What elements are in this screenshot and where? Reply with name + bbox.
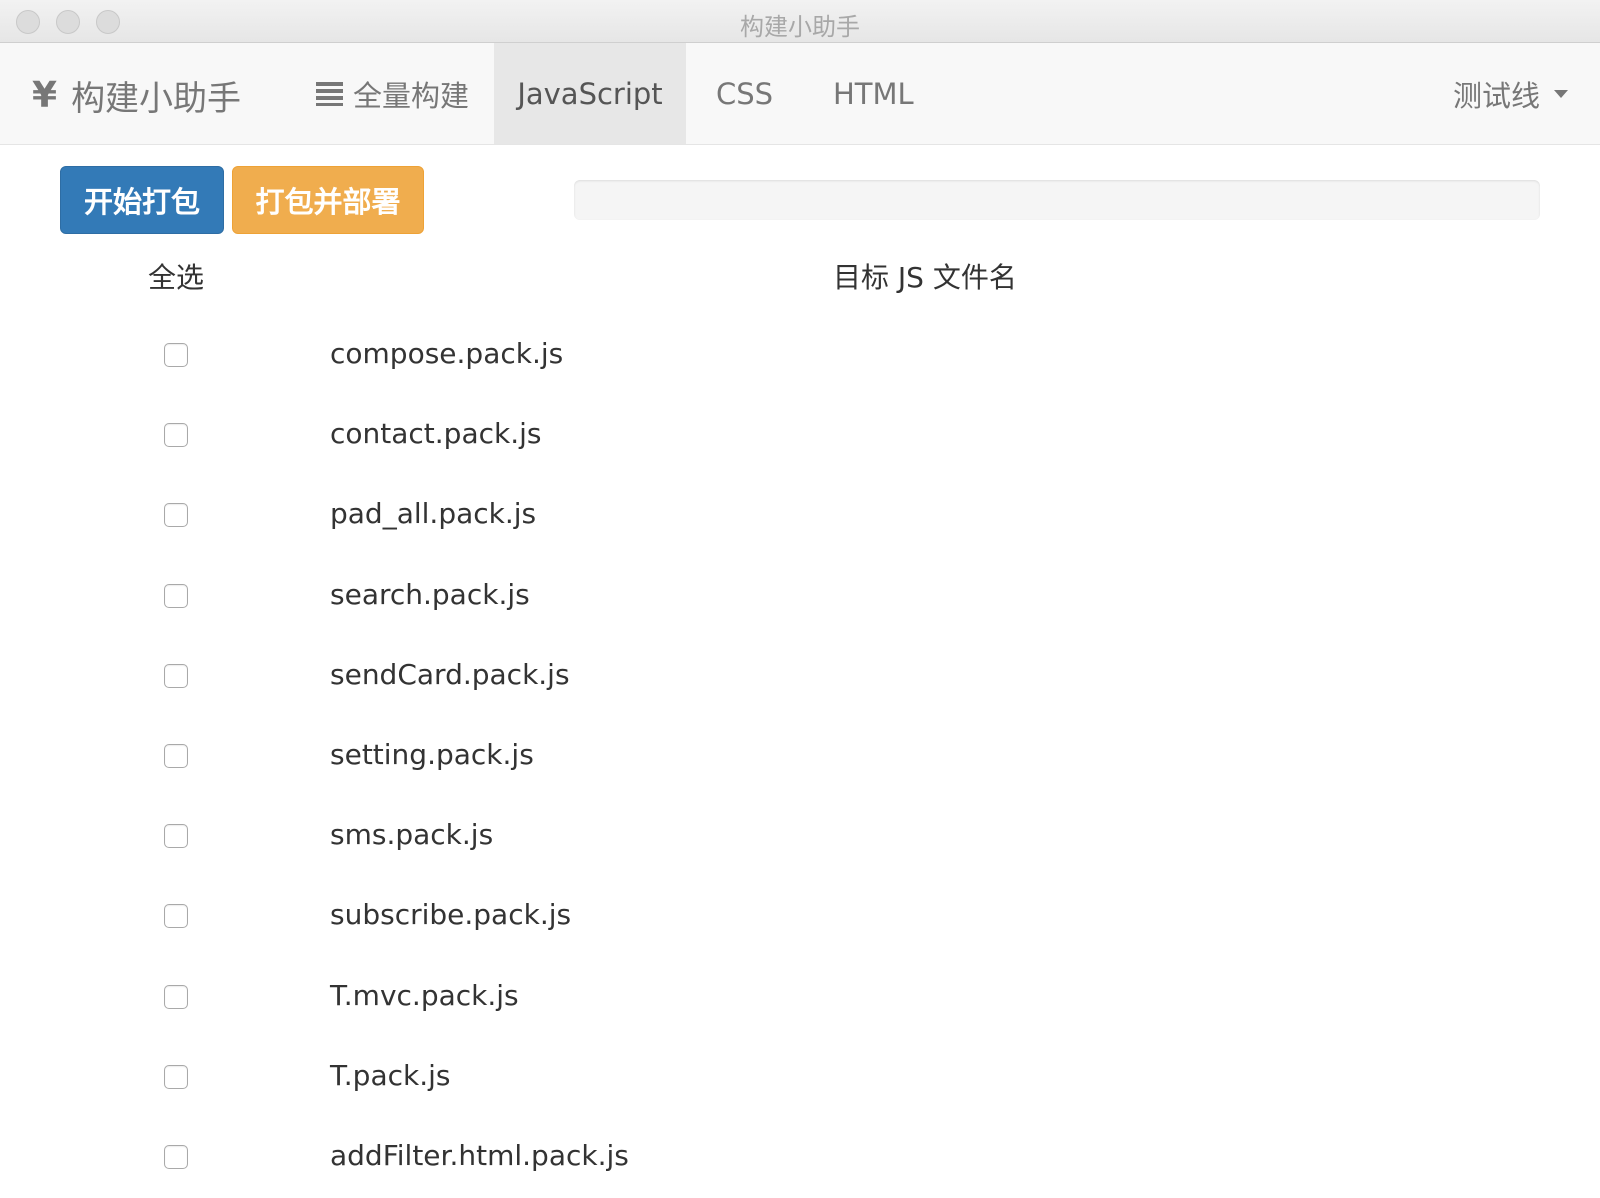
tab-html[interactable]: HTML [833,43,914,144]
file-name: search.pack.js [330,578,530,611]
brand-label: 构建小助手 [71,78,242,119]
table-row: search.pack.js [0,557,1600,637]
table-row: T.pack.js [0,1038,1600,1118]
row-checkbox[interactable] [164,584,188,608]
caret-down-icon [1554,89,1568,98]
pack-and-deploy-button[interactable]: 打包并部署 [232,166,424,234]
row-checkbox[interactable] [164,824,188,848]
file-name: addFilter.html.pack.js [330,1139,629,1172]
tab-javascript-label: JavaScript [517,76,663,111]
list-icon [316,81,343,106]
file-name: T.pack.js [330,1059,451,1092]
file-name: sms.pack.js [330,818,494,851]
window-title: 构建小助手 [740,13,860,41]
row-checkbox[interactable] [164,985,188,1009]
row-checkbox[interactable] [164,744,188,768]
file-name: sendCard.pack.js [330,658,570,691]
navbar: ¥ 构建小助手 全量构建 JavaScript CSS HTML 测试线 [0,43,1600,145]
table-row: compose.pack.js [0,316,1600,396]
table-row: addFilter.html.pack.js [0,1118,1600,1198]
table-row: contact.pack.js [0,396,1600,476]
file-name-header: 目标 JS 文件名 [833,261,1017,294]
file-name: pad_all.pack.js [330,497,537,530]
row-checkbox[interactable] [164,343,188,367]
yen-icon: ¥ [32,74,58,116]
tab-full-build-label: 全量构建 [353,78,470,113]
environment-dropdown-label: 测试线 [1452,78,1540,113]
row-checkbox[interactable] [164,664,188,688]
tab-javascript[interactable]: JavaScript [494,43,686,144]
build-progress-bar [574,180,1540,220]
brand[interactable]: ¥ 构建小助手 [32,73,242,119]
table-row: sendCard.pack.js [0,637,1600,717]
table-row: T.mvc.pack.js [0,958,1600,1038]
row-checkbox[interactable] [164,904,188,928]
file-name: T.mvc.pack.js [330,979,519,1012]
table-row: setting.pack.js [0,717,1600,797]
title-bar: 构建小助手 [0,0,1600,43]
tab-full-build[interactable]: 全量构建 [316,43,469,144]
table-row: sms.pack.js [0,797,1600,877]
table-row: subscribe.pack.js [0,877,1600,957]
file-name: subscribe.pack.js [330,898,572,931]
row-checkbox[interactable] [164,1145,188,1169]
table-row: pad_all.pack.js [0,476,1600,556]
select-all-header[interactable]: 全选 [148,256,204,296]
app-window: 构建小助手 ¥ 构建小助手 全量构建 JavaScript CSS HTML 测… [0,0,1600,1198]
tab-css-label: CSS [716,76,774,111]
row-checkbox[interactable] [164,1065,188,1089]
tab-html-label: HTML [833,76,914,111]
environment-dropdown[interactable]: 测试线 [1453,43,1568,144]
file-name: compose.pack.js [330,337,564,370]
row-checkbox[interactable] [164,503,188,527]
start-pack-button[interactable]: 开始打包 [60,166,224,234]
row-checkbox[interactable] [164,423,188,447]
file-name: setting.pack.js [330,738,534,771]
file-name: contact.pack.js [330,417,542,450]
tab-css[interactable]: CSS [716,43,773,144]
